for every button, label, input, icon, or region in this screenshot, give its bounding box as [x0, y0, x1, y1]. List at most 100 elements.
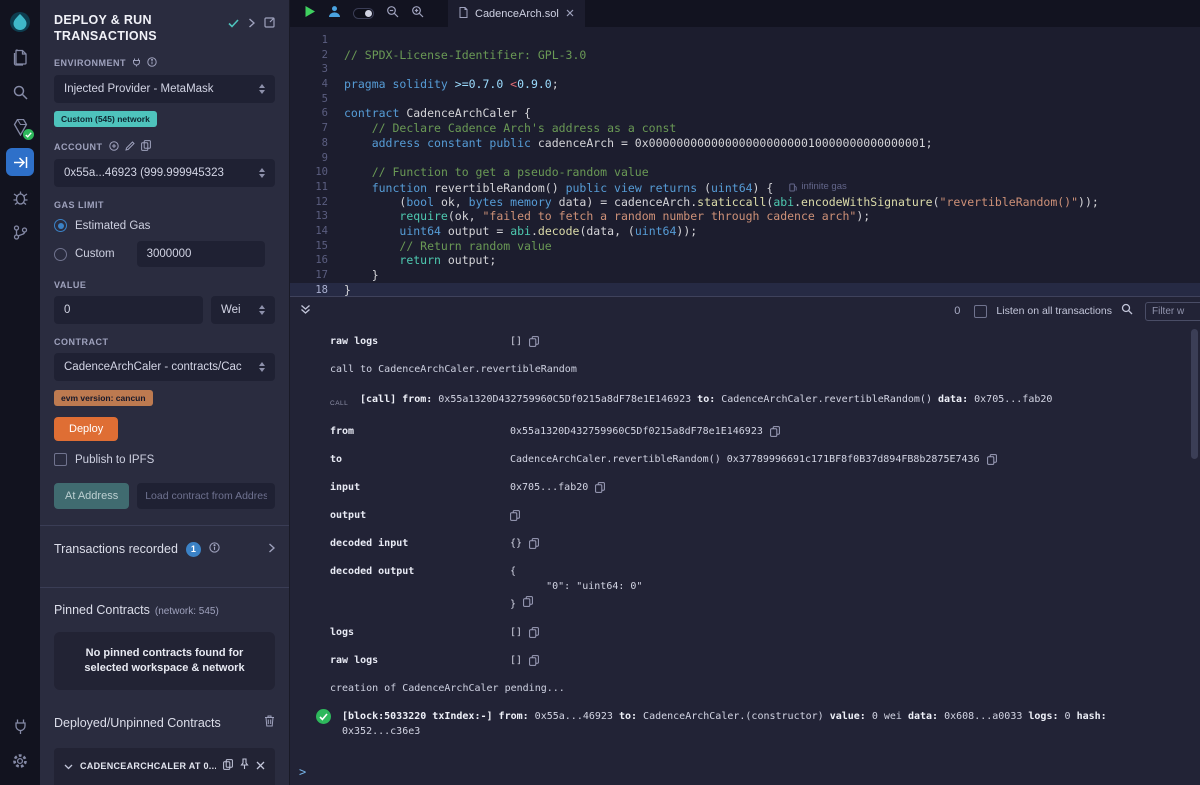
- code-line-16[interactable]: 16 return output;: [290, 253, 1200, 268]
- code-line-10[interactable]: 10 // Function to get a pseudo-random va…: [290, 165, 1200, 180]
- deploy-button[interactable]: Deploy: [54, 417, 118, 441]
- settings-icon[interactable]: [6, 747, 34, 775]
- terminal-kv-row: input0x705...fab20: [330, 480, 1180, 495]
- listen-all-checkbox[interactable]: [974, 305, 987, 318]
- pin-panel-icon[interactable]: [264, 15, 275, 33]
- publish-ipfs-label: Publish to IPFS: [75, 454, 154, 466]
- account-select[interactable]: 0x55a...46923 (999.999945323: [54, 159, 275, 187]
- transactions-count-badge: 1: [186, 542, 201, 557]
- at-address-input[interactable]: [137, 483, 275, 509]
- transactions-recorded-row[interactable]: Transactions recorded 1: [54, 526, 275, 571]
- copy-icon[interactable]: [223, 757, 233, 775]
- solidity-compiler-icon[interactable]: [6, 113, 34, 141]
- environment-value: Injected Provider - MetaMask: [64, 83, 214, 95]
- custom-gas-radio[interactable]: [54, 248, 67, 261]
- code-line-11[interactable]: 11 function revertibleRandom() public vi…: [290, 180, 1200, 195]
- terminal-search-icon[interactable]: [1121, 302, 1133, 320]
- copy-icon[interactable]: [987, 454, 997, 465]
- code-line-12[interactable]: 12 (bool ok, bytes memory data) = cadenc…: [290, 195, 1200, 210]
- code-line-1[interactable]: 1: [290, 33, 1200, 48]
- copy-icon[interactable]: [770, 426, 780, 437]
- zoom-out-icon[interactable]: [386, 5, 399, 23]
- code-line-17[interactable]: 17 }: [290, 268, 1200, 283]
- success-check-icon: [316, 709, 331, 724]
- terminal-prompt[interactable]: >: [299, 765, 306, 779]
- plug-icon[interactable]: [132, 58, 141, 69]
- line-number: 6: [290, 106, 344, 121]
- tab-cadencearch-sol[interactable]: CadenceArch.sol: [448, 0, 585, 27]
- info-icon[interactable]: [147, 57, 157, 69]
- copy-icon[interactable]: [595, 482, 605, 493]
- trash-icon[interactable]: [264, 714, 275, 732]
- environment-select[interactable]: Injected Provider - MetaMask: [54, 75, 275, 103]
- copy-account-icon[interactable]: [141, 140, 151, 153]
- zoom-in-icon[interactable]: [411, 5, 424, 23]
- debugger-icon[interactable]: [6, 183, 34, 211]
- collapse-terminal-icon[interactable]: [300, 302, 311, 320]
- copy-icon[interactable]: [529, 538, 539, 549]
- code-line-7[interactable]: 7 // Declare Cadence Arch's address as a…: [290, 121, 1200, 136]
- code-editor[interactable]: 12// SPDX-License-Identifier: GPL-3.034p…: [290, 27, 1200, 296]
- contract-label: CONTRACT: [54, 337, 109, 347]
- remix-app: DEPLOY & RUN TRANSACTIONS ENVIRONMENT In…: [0, 0, 1200, 785]
- terminal-scrollbar[interactable]: [1191, 329, 1198, 459]
- copy-icon[interactable]: [529, 627, 539, 638]
- value-input[interactable]: [54, 296, 203, 324]
- copy-icon[interactable]: [529, 336, 539, 347]
- terminal-filter-input[interactable]: [1145, 302, 1200, 321]
- gas-icon: [789, 183, 797, 192]
- contract-select[interactable]: CadenceArchCaler - contracts/Cac: [54, 353, 275, 381]
- environment-label: ENVIRONMENT: [54, 58, 126, 68]
- edit-account-icon[interactable]: [125, 141, 135, 153]
- code-line-8[interactable]: 8 address constant public cadenceArch = …: [290, 136, 1200, 151]
- copy-icon[interactable]: [510, 510, 520, 521]
- deployed-contract-title[interactable]: CADENCEARCHCALER AT 0...: [80, 761, 216, 771]
- code-line-4[interactable]: 4pragma solidity >=0.7.0 <0.9.0;: [290, 77, 1200, 92]
- info-icon[interactable]: [209, 540, 220, 558]
- terminal-log[interactable]: raw logs[]call to CadenceArchCaler.rever…: [290, 325, 1200, 785]
- chevron-right-icon[interactable]: [268, 540, 275, 558]
- network-badge: Custom (545) network: [54, 111, 157, 127]
- code-line-14[interactable]: 14 uint64 output = abi.decode(data, (uin…: [290, 224, 1200, 239]
- pin-icon[interactable]: [240, 757, 249, 775]
- terminal-kv-row: logs[]: [330, 625, 1180, 640]
- custom-gas-input[interactable]: [137, 241, 265, 267]
- copy-icon[interactable]: [523, 596, 533, 607]
- code-line-6[interactable]: 6contract CadenceArchCaler {: [290, 106, 1200, 121]
- publish-ipfs-checkbox[interactable]: [54, 453, 67, 466]
- close-icon[interactable]: [256, 757, 265, 775]
- copilot-toggle-icon[interactable]: [353, 8, 374, 19]
- run-script-icon[interactable]: [304, 5, 316, 23]
- tab-close-icon[interactable]: [566, 8, 574, 20]
- assistant-icon[interactable]: [328, 5, 341, 23]
- estimated-gas-radio[interactable]: [54, 219, 67, 232]
- file-explorer-icon[interactable]: [6, 43, 34, 71]
- code-line-13[interactable]: 13 require(ok, "failed to fetch a random…: [290, 209, 1200, 224]
- tab-label: CadenceArch.sol: [475, 8, 559, 20]
- transactions-recorded-label: Transactions recorded: [54, 542, 178, 556]
- deploy-run-icon[interactable]: [6, 148, 34, 176]
- code-line-3[interactable]: 3: [290, 62, 1200, 77]
- search-icon[interactable]: [6, 78, 34, 106]
- chevron-down-icon[interactable]: [64, 757, 73, 775]
- git-icon[interactable]: [6, 218, 34, 246]
- code-line-9[interactable]: 9: [290, 151, 1200, 166]
- code-line-18[interactable]: 18}: [290, 283, 1200, 296]
- at-address-button[interactable]: At Address: [54, 483, 129, 509]
- code-line-5[interactable]: 5: [290, 92, 1200, 107]
- line-number: 2: [290, 48, 344, 63]
- add-account-icon[interactable]: [109, 141, 119, 153]
- estimated-gas-option[interactable]: Estimated Gas: [54, 219, 275, 232]
- chevron-right-icon[interactable]: [248, 15, 255, 33]
- code-line-2[interactable]: 2// SPDX-License-Identifier: GPL-3.0: [290, 48, 1200, 63]
- custom-gas-option[interactable]: Custom: [54, 241, 275, 267]
- publish-ipfs-option[interactable]: Publish to IPFS: [54, 453, 275, 466]
- plugin-manager-icon[interactable]: [6, 712, 34, 740]
- copy-icon[interactable]: [529, 655, 539, 666]
- remix-logo: [6, 8, 34, 36]
- check-icon: [228, 15, 239, 33]
- value-unit-select[interactable]: Wei: [211, 296, 275, 324]
- line-number: 5: [290, 92, 344, 107]
- line-number: 16: [290, 253, 344, 268]
- code-line-15[interactable]: 15 // Return random value: [290, 239, 1200, 254]
